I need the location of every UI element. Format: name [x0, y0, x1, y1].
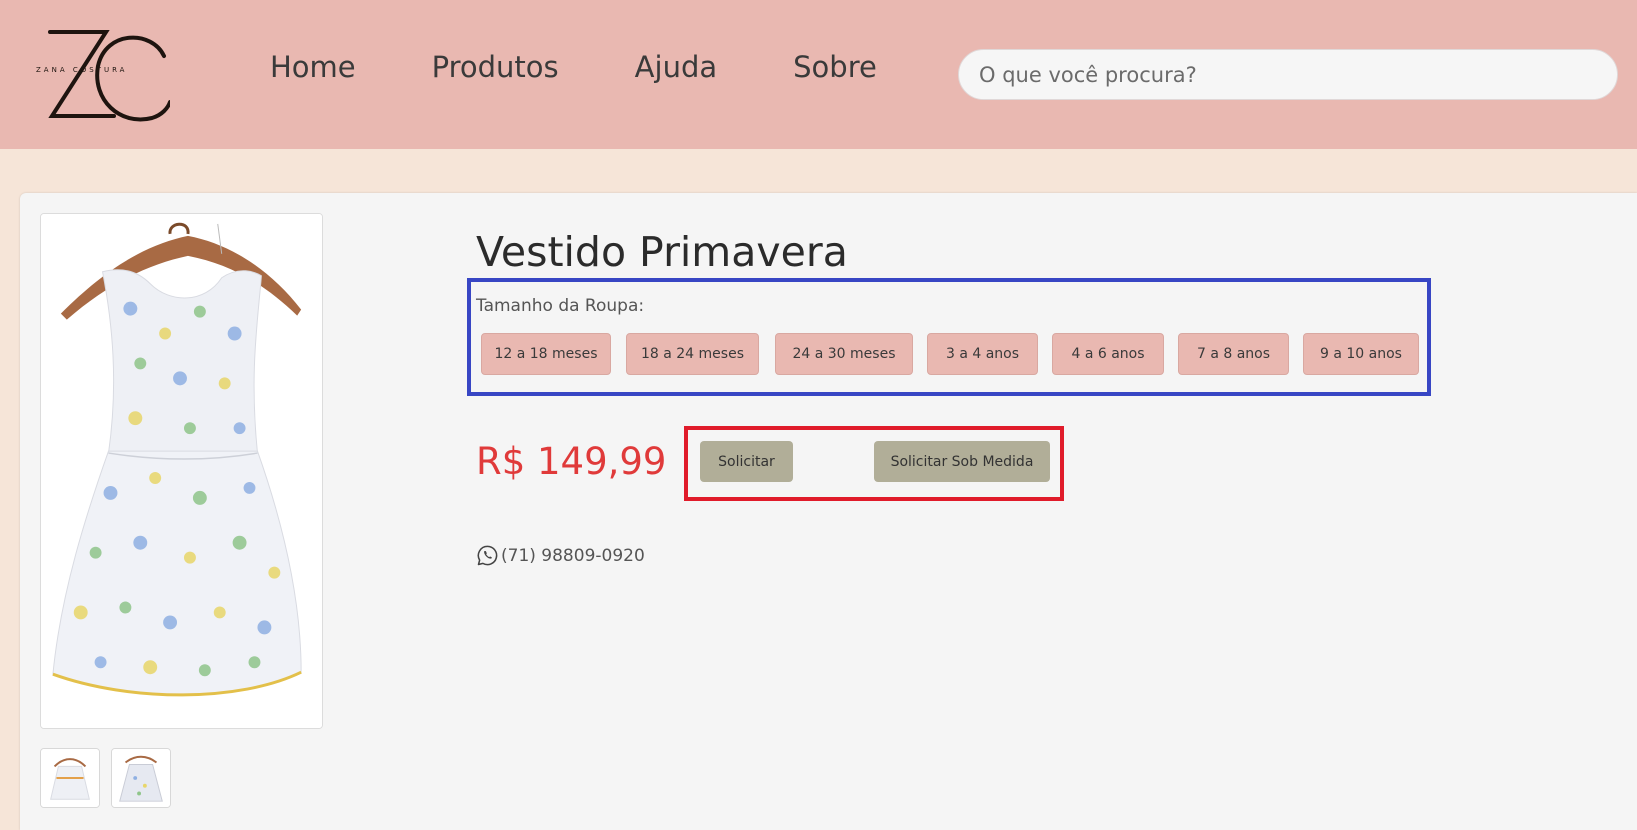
size-option-9-10-anos[interactable]: 9 a 10 anos: [1303, 333, 1419, 375]
dress-image: [41, 214, 322, 728]
site-header: ZANA COSTURA Home Produtos Ajuda Sobre: [0, 0, 1637, 149]
thumbnail-2[interactable]: [111, 748, 171, 808]
size-option-24-30-meses[interactable]: 24 a 30 meses: [775, 333, 913, 375]
custom-request-button[interactable]: Solicitar Sob Medida: [874, 441, 1050, 482]
product-price: R$ 149,99: [476, 440, 667, 483]
nav-sobre[interactable]: Sobre: [793, 50, 877, 84]
main-nav: Home Produtos Ajuda Sobre: [270, 50, 877, 84]
dress-thumbnail-icon: [112, 749, 170, 807]
search-input[interactable]: [959, 50, 1617, 99]
nav-ajuda[interactable]: Ajuda: [635, 50, 717, 84]
search-box: [958, 49, 1618, 100]
size-label: Tamanho da Roupa:: [476, 296, 645, 316]
size-option-18-24-meses[interactable]: 18 a 24 meses: [626, 333, 759, 375]
brand-logo[interactable]: ZANA COSTURA: [36, 20, 170, 128]
phone-number: (71) 98809-0920: [501, 545, 645, 566]
size-option-3-4-anos[interactable]: 3 a 4 anos: [927, 333, 1038, 375]
size-option-12-18-meses[interactable]: 12 a 18 meses: [481, 333, 611, 375]
contact-phone[interactable]: (71) 98809-0920: [476, 544, 645, 567]
svg-text:ZANA COSTURA: ZANA COSTURA: [36, 66, 127, 74]
size-option-4-6-anos[interactable]: 4 a 6 anos: [1052, 333, 1164, 375]
size-option-7-8-anos[interactable]: 7 a 8 anos: [1178, 333, 1289, 375]
thumbnail-1[interactable]: [40, 748, 100, 808]
nav-home[interactable]: Home: [270, 50, 356, 84]
product-main-image[interactable]: [40, 213, 323, 729]
nav-produtos[interactable]: Produtos: [432, 50, 559, 84]
request-button[interactable]: Solicitar: [700, 441, 793, 482]
zana-costura-logo: ZANA COSTURA: [36, 30, 170, 122]
dress-thumbnail-icon: [41, 749, 99, 807]
product-title: Vestido Primavera: [476, 228, 848, 276]
whatsapp-icon: [477, 545, 498, 566]
